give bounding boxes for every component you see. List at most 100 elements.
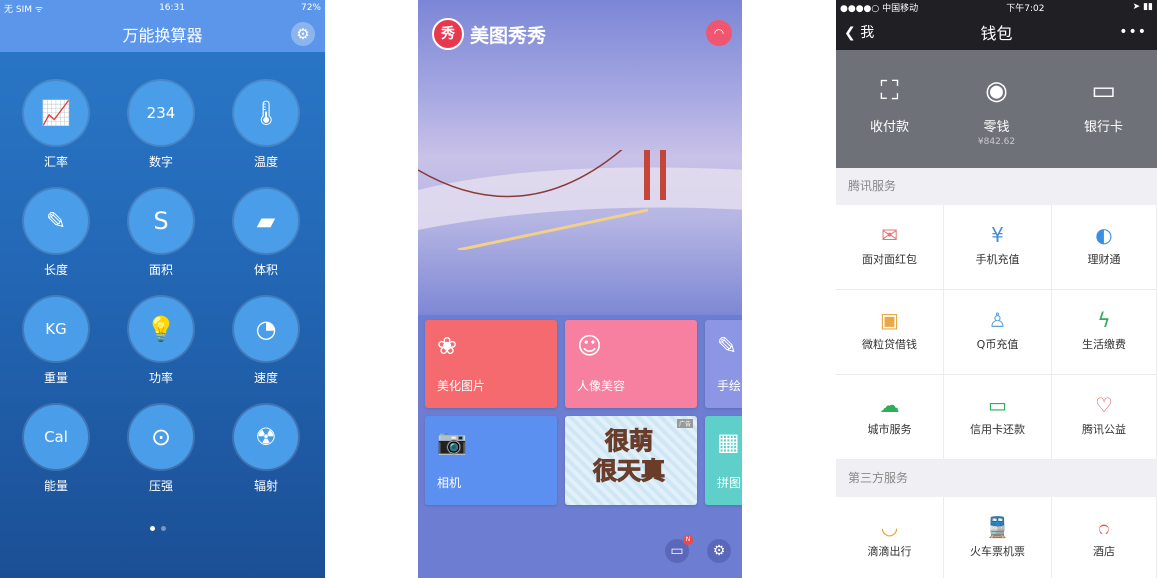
didi-icon: ◡ <box>880 515 899 539</box>
converter-item-0[interactable]: 📈 汇率 <box>6 81 106 170</box>
bank-card-icon: ▭ <box>1091 76 1116 106</box>
item-label: 速度 <box>253 371 278 385</box>
pay-receive-button[interactable]: ⛶ 收付款 <box>836 50 943 168</box>
speedometer-icon: ◔ <box>234 297 298 361</box>
bridge-illustration <box>418 150 742 250</box>
converter-item-6[interactable]: KG 重量 <box>6 297 106 386</box>
ad-line-2: 很天真 <box>593 457 666 486</box>
carrier: 无 SIM ᯤ <box>4 4 44 15</box>
item-label: 面积 <box>148 263 173 277</box>
time: 16:31 <box>159 3 185 13</box>
ad-tile[interactable]: 很萌 很天真 广告 <box>565 416 697 505</box>
exchange-rate-chart-icon: 📈 <box>24 81 88 145</box>
converter-item-1[interactable]: 234 数字 <box>111 81 211 170</box>
service-loan[interactable]: ▣ 微粒贷借钱 <box>836 290 944 375</box>
gear-icon[interactable]: ⚙ <box>291 22 315 46</box>
nav-bar: ❮ 我 钱包 ••• <box>836 14 1157 50</box>
service-credit-card[interactable]: ▭ 信用卡还款 <box>944 375 1052 460</box>
converter-item-2[interactable]: 🌡 温度 <box>216 81 316 170</box>
converter-item-9[interactable]: Cal 能量 <box>6 405 106 494</box>
time: 下午7:02 <box>1006 3 1045 14</box>
converter-item-4[interactable]: S 面积 <box>111 189 211 278</box>
page-indicator[interactable] <box>150 526 166 531</box>
back-button[interactable]: ❮ 我 <box>844 22 874 42</box>
tile-collage[interactable]: ▦ 拼图 <box>705 416 742 505</box>
portrait-icon: ☺ <box>577 332 603 360</box>
balance: ¥842.62 <box>977 137 1016 147</box>
status-bar: ●●●●○ 中国移动 下午7:02 ➤ ▮▮ <box>836 0 1157 14</box>
converter-item-8[interactable]: ◔ 速度 <box>216 297 316 386</box>
meitu-app: 秀 美图秀秀 ◠ ❀ 美化图片 ☺ 人像美容 ✎ 手绘 📷 相机 很萌 很天真 … <box>418 0 742 578</box>
city-cloud-icon: ☁ <box>879 393 900 417</box>
battery: 72% <box>300 3 321 13</box>
pressure-gauge-icon: ⊙ <box>129 405 193 469</box>
tile-label: 相机 <box>437 476 462 490</box>
settings-gear-icon[interactable]: ⚙ <box>707 539 731 563</box>
service-label: 面对面红包 <box>862 253 917 266</box>
service-qq-penguin[interactable]: ♙ Q币充值 <box>944 290 1052 375</box>
service-label: Q币充值 <box>976 338 1019 351</box>
tile-camera[interactable]: 📷 相机 <box>425 416 557 505</box>
radiation-icon: ☢ <box>234 405 298 469</box>
converter-item-3[interactable]: ✎ 长度 <box>6 189 106 278</box>
app-logo: 秀 美图秀秀 <box>432 18 546 50</box>
tile-label: 拼图 <box>717 476 742 490</box>
change-button[interactable]: ◉ 零钱 ¥842.62 <box>943 50 1050 168</box>
tile-beautify[interactable]: ❀ 美化图片 <box>425 320 557 408</box>
title-bar: 万能换算器 ⚙ <box>0 16 325 52</box>
bank-card-button[interactable]: ▭ 银行卡 <box>1050 50 1157 168</box>
utility-bolt-icon: ϟ <box>1097 308 1111 332</box>
collage-icon: ▦ <box>717 428 740 456</box>
service-label: 城市服务 <box>867 423 912 436</box>
converter-item-5[interactable]: ▰ 体积 <box>216 189 316 278</box>
tile-label: 人像美容 <box>577 379 626 393</box>
new-badge: N <box>683 535 693 545</box>
more-button[interactable]: ••• <box>1119 24 1147 40</box>
camera-icon: 📷 <box>437 428 467 456</box>
eraser-volume-icon: ▰ <box>234 189 298 253</box>
area-icon: S <box>129 189 193 253</box>
service-wealth[interactable]: ◐ 理财通 <box>1052 205 1157 290</box>
tile-hand-draw[interactable]: ✎ 手绘 <box>705 320 742 408</box>
service-charity-heart[interactable]: ♡ 腾讯公益 <box>1052 375 1157 460</box>
service-didi[interactable]: ◡ 滴滴出行 <box>836 497 944 578</box>
service-label: 理财通 <box>1087 253 1121 266</box>
ad-line-1: 很萌 <box>605 427 654 456</box>
service-city-cloud[interactable]: ☁ 城市服务 <box>836 375 944 460</box>
tencent-services-grid: ✉ 面对面红包 ¥ 手机充值 ◐ 理财通 ▣ 微粒贷借钱 ♙ Q币充值 ϟ 生活缴费 ☁ 城市服务 ▭ 信用卡… <box>836 205 1157 460</box>
card-icon[interactable]: ▭ N <box>665 535 693 563</box>
item-label: 温度 <box>253 155 278 169</box>
converter-item-10[interactable]: ⊙ 压强 <box>111 405 211 494</box>
item-label: 重量 <box>43 371 68 385</box>
logo-text: 美图秀秀 <box>470 24 547 47</box>
service-label: 酒店 <box>1093 545 1115 558</box>
converter-item-7[interactable]: 💡 功率 <box>111 297 211 386</box>
carrier: ●●●●○ 中国移动 <box>840 3 919 14</box>
tile-portrait[interactable]: ☺ 人像美容 <box>565 320 697 408</box>
status-bar: 无 SIM ᯤ 16:31 72% <box>0 0 325 16</box>
section-header-third-party: 第三方服务 <box>848 471 909 485</box>
charity-heart-icon: ♡ <box>1095 393 1113 417</box>
converter-item-11[interactable]: ☢ 辐射 <box>216 405 316 494</box>
train-icon: 🚆 <box>985 515 1010 539</box>
wallet-top-panel: ⛶ 收付款 ◉ 零钱 ¥842.62 ▭ 银行卡 <box>836 50 1157 168</box>
tile-label: 手绘 <box>717 379 742 393</box>
ad-sticker: 很萌 很天真 <box>593 426 666 486</box>
red-packet-icon: ✉ <box>881 223 898 247</box>
service-label: 信用卡还款 <box>970 423 1025 436</box>
wifi-share-icon[interactable]: ◠ <box>706 20 732 46</box>
label: 收付款 <box>869 120 909 135</box>
service-train[interactable]: 🚆 火车票机票 <box>944 497 1052 578</box>
battery-icon: ➤ ▮▮ <box>1132 2 1153 12</box>
service-hotel[interactable]: ೧ 酒店 <box>1052 497 1157 578</box>
item-label: 压强 <box>148 479 173 493</box>
wealth-icon: ◐ <box>1095 223 1113 247</box>
item-label: 长度 <box>43 263 68 277</box>
converter-app: 无 SIM ᯤ 16:31 72% 万能换算器 ⚙ 📈 汇率 234 数字 🌡 温度 ✎ 长度… <box>0 0 325 578</box>
service-mobile-topup[interactable]: ¥ 手机充值 <box>944 205 1052 290</box>
logo-badge: 秀 <box>432 18 464 50</box>
service-utility-bolt[interactable]: ϟ 生活缴费 <box>1052 290 1157 375</box>
hotel-icon: ೧ <box>1098 515 1110 539</box>
hand-draw-icon: ✎ <box>717 332 738 360</box>
service-red-packet[interactable]: ✉ 面对面红包 <box>836 205 944 290</box>
